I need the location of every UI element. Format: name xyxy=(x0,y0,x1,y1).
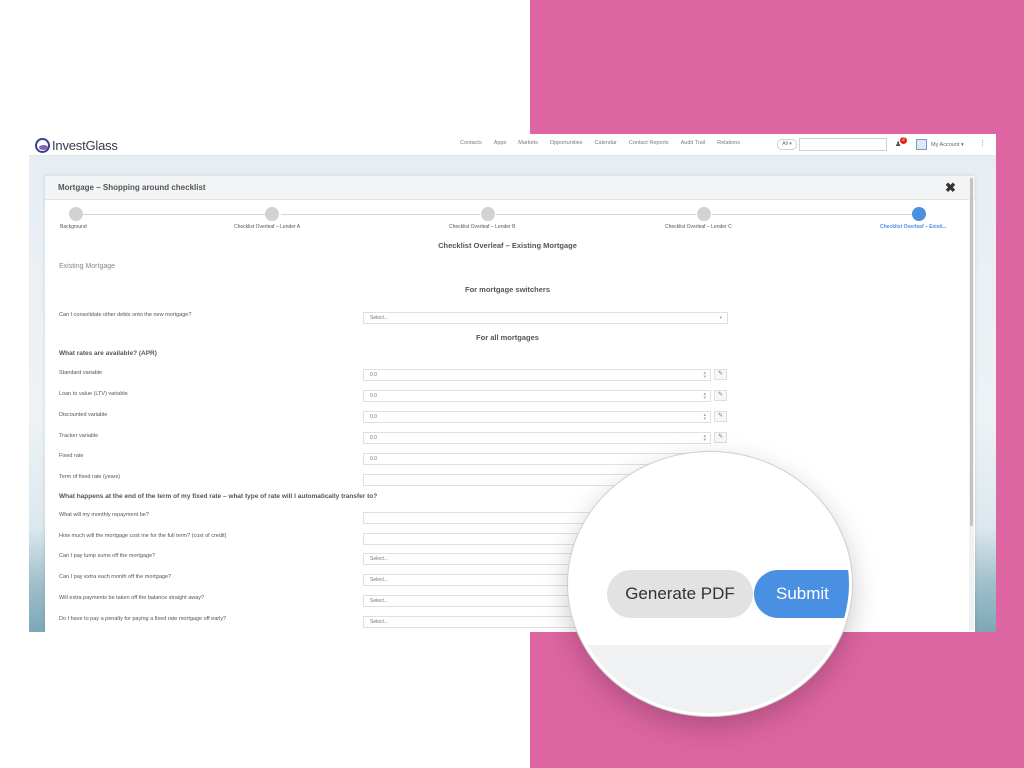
edit-button[interactable]: ✎ xyxy=(714,411,727,422)
step-dot-background[interactable] xyxy=(69,207,83,221)
pencil-icon: ✎ xyxy=(717,371,724,377)
nav-relations[interactable]: Relations xyxy=(717,140,740,146)
select-placeholder: Select... xyxy=(370,315,389,321)
select-placeholder: Select... xyxy=(370,598,389,604)
standard-variable-input[interactable]: 0.0 ▴ ▾ xyxy=(363,369,711,381)
page-title: Checklist Overleaf – Existing Mortgage xyxy=(438,241,577,250)
modal-header: Mortgage – Shopping around checklist ✖ xyxy=(45,176,975,200)
select-placeholder: Select... xyxy=(370,619,389,625)
chevron-down-icon: ▾ xyxy=(719,315,722,321)
search-scope-dropdown[interactable]: All ▾ xyxy=(777,139,797,150)
step-dot-lender-b[interactable] xyxy=(481,207,495,221)
logo[interactable]: InvestGlass xyxy=(35,137,118,153)
step-dot-existing[interactable] xyxy=(912,207,926,221)
step-connector xyxy=(83,214,265,215)
step-label-existing[interactable]: Checklist Overleaf – Existi... xyxy=(880,224,947,230)
footer-band xyxy=(571,645,849,713)
question-full-term-cost: How much will the mortgage cost me for t… xyxy=(59,533,227,539)
spinner-icon[interactable]: ▴ ▾ xyxy=(703,371,706,380)
avatar[interactable] xyxy=(916,139,927,150)
nav-audit-trail[interactable]: Audit Trail xyxy=(681,140,705,146)
input-value: 0.0 xyxy=(370,414,377,420)
step-label-lender-a[interactable]: Checklist Overleaf – Lender A xyxy=(234,224,300,230)
input-value: 0.0 xyxy=(370,393,377,399)
rates-title: What rates are available? (APR) xyxy=(59,350,157,357)
pencil-icon: ✎ xyxy=(717,434,724,440)
step-dot-lender-c[interactable] xyxy=(697,207,711,221)
search-input[interactable] xyxy=(799,138,887,151)
edit-button[interactable]: ✎ xyxy=(714,390,727,401)
select-placeholder: Select... xyxy=(370,577,389,583)
input-value: 0.0 xyxy=(370,435,377,441)
question-standard-variable: Standard variable xyxy=(59,370,103,376)
question-fixed-term: Term of fixed rate (years) xyxy=(59,474,121,480)
nav-markets[interactable]: Markets xyxy=(518,140,538,146)
account-menu[interactable]: My Account ▾ xyxy=(931,142,964,148)
question-discounted-variable: Discounted variable xyxy=(59,412,108,418)
step-connector xyxy=(712,214,912,215)
question-lump-sums: Can I pay lump sums off the mortgage? xyxy=(59,553,156,559)
question-extra-taken-off: Will extra payments be taken off the bal… xyxy=(59,595,205,601)
generate-pdf-button[interactable]: Generate PDF xyxy=(607,570,753,618)
pencil-icon: ✎ xyxy=(717,413,724,419)
main-nav: Contacts Apps Markets Opportunities Cale… xyxy=(460,140,740,146)
group-title-switchers: For mortgage switchers xyxy=(464,285,551,294)
input-value: 0.0 xyxy=(370,372,377,378)
app-window: InvestGlass Contacts Apps Markets Opport… xyxy=(29,134,996,632)
ltv-variable-input[interactable]: 0.0 ▴ ▾ xyxy=(363,390,711,402)
spinner-icon[interactable]: ▴ ▾ xyxy=(703,413,706,422)
nav-apps[interactable]: Apps xyxy=(494,140,507,146)
question-fixed-rate: Fixed rate xyxy=(59,453,84,459)
submit-button[interactable]: Submit xyxy=(754,570,849,618)
tracker-variable-input[interactable]: 0.0 ▴ ▾ xyxy=(363,432,711,444)
question-monthly-repayment: What will my monthly repayment be? xyxy=(59,512,149,518)
question-extra-monthly: Can I pay extra each month off the mortg… xyxy=(59,574,172,580)
question-tracker-variable: Tracker variable xyxy=(59,433,99,439)
end-term-title: What happens at the end of the term of m… xyxy=(59,493,378,500)
step-connector xyxy=(281,214,480,215)
close-icon[interactable]: ✖ xyxy=(945,180,956,196)
logo-text: InvestGlass xyxy=(52,137,118,153)
section-label: Existing Mortgage xyxy=(59,263,116,270)
pencil-icon: ✎ xyxy=(717,392,724,398)
nav-opportunities[interactable]: Opportunities xyxy=(550,140,583,146)
step-dot-lender-a[interactable] xyxy=(265,207,279,221)
step-label-lender-b[interactable]: Checklist Overleaf – Lender B xyxy=(449,224,515,230)
select-placeholder: Select... xyxy=(370,556,389,562)
top-navbar: InvestGlass Contacts Apps Markets Opport… xyxy=(29,134,996,156)
spinner-icon[interactable]: ▴ ▾ xyxy=(703,434,706,443)
step-label-lender-c[interactable]: Checklist Overleaf – Lender C xyxy=(665,224,732,230)
nav-calendar[interactable]: Calendar xyxy=(595,140,617,146)
edit-button[interactable]: ✎ xyxy=(714,432,727,443)
modal-title: Mortgage – Shopping around checklist xyxy=(58,183,206,192)
step-connector xyxy=(496,214,696,215)
more-icon[interactable]: ⋮ xyxy=(979,139,986,147)
input-value: 0.0 xyxy=(370,456,377,462)
discounted-variable-input[interactable]: 0.0 ▴ ▾ xyxy=(363,411,711,423)
scrollbar-thumb[interactable] xyxy=(970,178,973,526)
question-penalty: Do I have to pay a penalty for paying a … xyxy=(59,616,227,622)
question-consolidate: Can I consolidate other debts onto the n… xyxy=(59,312,192,318)
magnifier-callout: Generate PDF Submit xyxy=(568,452,852,716)
nav-contacts[interactable]: Contacts xyxy=(460,140,482,146)
consolidate-select[interactable]: Select... ▾ xyxy=(363,312,728,324)
group-title-all: For all mortgages xyxy=(476,333,539,342)
edit-button[interactable]: ✎ xyxy=(714,369,727,380)
spinner-icon[interactable]: ▴ ▾ xyxy=(703,392,706,401)
question-ltv-variable: Loan to value (LTV) variable xyxy=(59,391,128,397)
notification-badge: 2 xyxy=(900,137,907,144)
nav-contact-reports[interactable]: Contact Reports xyxy=(629,140,669,146)
logo-icon xyxy=(35,137,50,153)
step-label-background[interactable]: Background xyxy=(60,224,87,230)
